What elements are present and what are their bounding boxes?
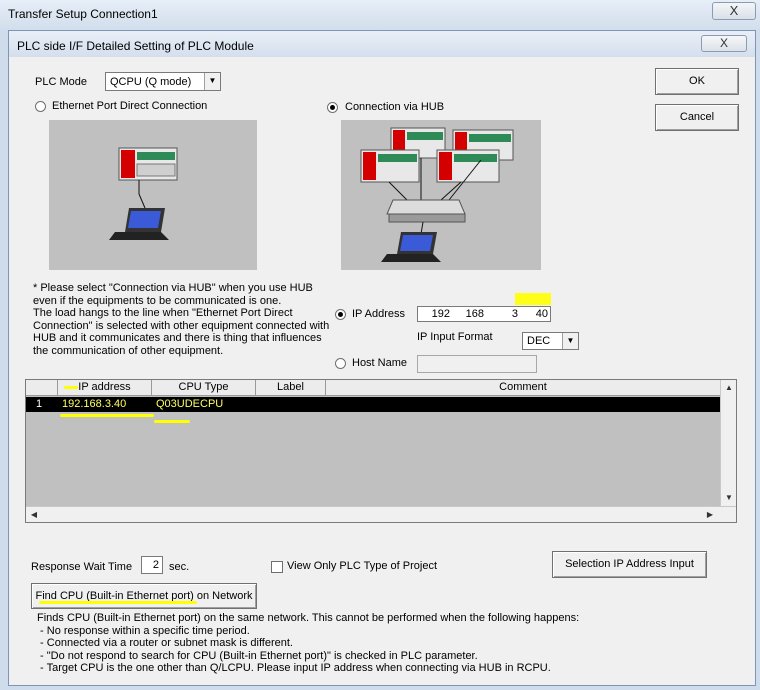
direct-connection-label: Ethernet Port Direct Connection bbox=[52, 100, 208, 112]
ip-address-field[interactable]: 192 168 3 40 bbox=[417, 306, 551, 322]
plc-mode-label: PLC Mode bbox=[35, 76, 87, 88]
dialog-title: PLC side I/F Detailed Setting of PLC Mod… bbox=[17, 39, 254, 53]
hub-connection-label: Connection via HUB bbox=[345, 101, 445, 113]
row-number: 1 bbox=[36, 398, 43, 410]
ip-octet-2[interactable]: 168 bbox=[456, 308, 484, 320]
column-header-comment[interactable]: Comment bbox=[326, 380, 720, 396]
direct-connection-radio[interactable] bbox=[35, 101, 46, 112]
host-name-field[interactable] bbox=[417, 355, 537, 373]
cpu-table: IP address CPU Type Label Comment 1 192.… bbox=[25, 379, 737, 523]
vertical-scrollbar[interactable]: ▲ ▼ bbox=[720, 380, 736, 506]
find-note-line: - Target CPU is the one other than Q/LCP… bbox=[37, 662, 551, 675]
hub-recommendation-note: * Please select "Connection via HUB" whe… bbox=[33, 282, 333, 358]
plcs-hub-laptop-image bbox=[360, 127, 514, 262]
header-highlight-mark bbox=[64, 386, 78, 389]
find-note-line: Finds CPU (Built-in Ethernet port) on th… bbox=[37, 612, 580, 624]
arrow-up-icon[interactable]: ▲ bbox=[722, 381, 736, 395]
cpu-row-highlight-mark bbox=[154, 420, 190, 423]
cell-cpu-type: Q03UDECPU bbox=[156, 398, 224, 410]
response-wait-time-label: Response Wait Time bbox=[31, 561, 133, 573]
plc-mode-value: QCPU (Q mode) bbox=[110, 76, 192, 88]
note-line: even if the equipments to be communicate… bbox=[33, 294, 282, 307]
selection-ip-address-input-button[interactable]: Selection IP Address Input bbox=[552, 551, 707, 578]
ip-input-format-select[interactable]: DEC ▼ bbox=[522, 332, 579, 350]
horizontal-scrollbar[interactable]: ◀ ▶ bbox=[26, 506, 736, 522]
cell-comment bbox=[326, 397, 330, 412]
find-note-line: - No response within a specific time per… bbox=[37, 624, 250, 637]
plc-mode-select[interactable]: QCPU (Q mode) ▼ bbox=[105, 72, 221, 91]
hub-connection-radio[interactable] bbox=[327, 102, 338, 113]
host-name-label: Host Name bbox=[352, 357, 408, 369]
note-line: the communication of other equipment. bbox=[33, 344, 224, 357]
ok-button[interactable]: OK bbox=[655, 68, 739, 95]
dialog-close-button[interactable]: X bbox=[701, 35, 747, 52]
detail-setting-dialog: PLC side I/F Detailed Setting of PLC Mod… bbox=[8, 30, 756, 686]
ip-highlight-mark bbox=[515, 293, 551, 305]
find-note-line: - "Do not respond to search for CPU (Bui… bbox=[37, 649, 478, 662]
chevron-down-icon: ▼ bbox=[562, 333, 578, 349]
note-line: Connection" is selected with other equip… bbox=[33, 319, 330, 332]
arrow-down-icon[interactable]: ▼ bbox=[722, 491, 736, 505]
ip-input-format-value: DEC bbox=[527, 335, 551, 347]
cancel-button[interactable]: Cancel bbox=[655, 104, 739, 131]
view-only-plc-checkbox[interactable] bbox=[271, 561, 283, 573]
cell-label bbox=[256, 397, 260, 412]
arrow-left-icon[interactable]: ◀ bbox=[27, 508, 41, 522]
table-row[interactable]: 1 192.168.3.40 Q03UDECPU bbox=[26, 397, 720, 412]
close-icon: X bbox=[719, 36, 728, 50]
hub-connection-diagram bbox=[341, 120, 541, 270]
ip-address-radio[interactable] bbox=[335, 309, 346, 320]
find-note-line: - Connected via a router or subnet mask … bbox=[37, 637, 293, 650]
column-header-label[interactable]: Label bbox=[256, 380, 326, 396]
window-close-button[interactable]: X bbox=[712, 2, 756, 20]
close-icon: X bbox=[729, 3, 739, 18]
find-cpu-notes: Finds CPU (Built-in Ethernet port) on th… bbox=[37, 612, 737, 675]
find-cpu-button[interactable]: Find CPU (Built-in Ethernet port) on Net… bbox=[31, 583, 257, 609]
row-number-header bbox=[26, 380, 58, 396]
direct-connection-diagram bbox=[49, 120, 257, 270]
response-wait-time-unit: sec. bbox=[169, 561, 190, 573]
host-name-radio[interactable] bbox=[335, 358, 346, 369]
ip-octet-1[interactable]: 192 bbox=[422, 308, 450, 320]
view-only-plc-label: View Only PLC Type of Project bbox=[287, 560, 437, 572]
table-header: IP address CPU Type Label Comment bbox=[26, 380, 720, 396]
find-cpu-highlight-mark bbox=[39, 601, 197, 604]
column-header-cpu-type[interactable]: CPU Type bbox=[152, 380, 256, 396]
note-line: HUB and it communicates and there is thi… bbox=[33, 332, 322, 345]
note-line: * Please select "Connection via HUB" whe… bbox=[33, 282, 313, 294]
ip-octet-4[interactable]: 40 bbox=[524, 308, 548, 320]
window-title: Transfer Setup Connection1 bbox=[8, 7, 158, 21]
ip-octet-3[interactable]: 3 bbox=[490, 308, 518, 320]
response-wait-time-input[interactable]: 2 bbox=[141, 556, 163, 574]
note-line: The load hangs to the line when "Etherne… bbox=[33, 307, 293, 320]
ip-address-label: IP Address bbox=[352, 308, 405, 320]
cell-ip: 192.168.3.40 bbox=[62, 398, 127, 410]
arrow-right-icon[interactable]: ▶ bbox=[703, 508, 717, 522]
plc-laptop-direct-image bbox=[109, 147, 178, 240]
chevron-down-icon: ▼ bbox=[204, 73, 220, 90]
ip-input-format-label: IP Input Format bbox=[417, 331, 493, 343]
ip-row-highlight-mark bbox=[60, 414, 154, 417]
